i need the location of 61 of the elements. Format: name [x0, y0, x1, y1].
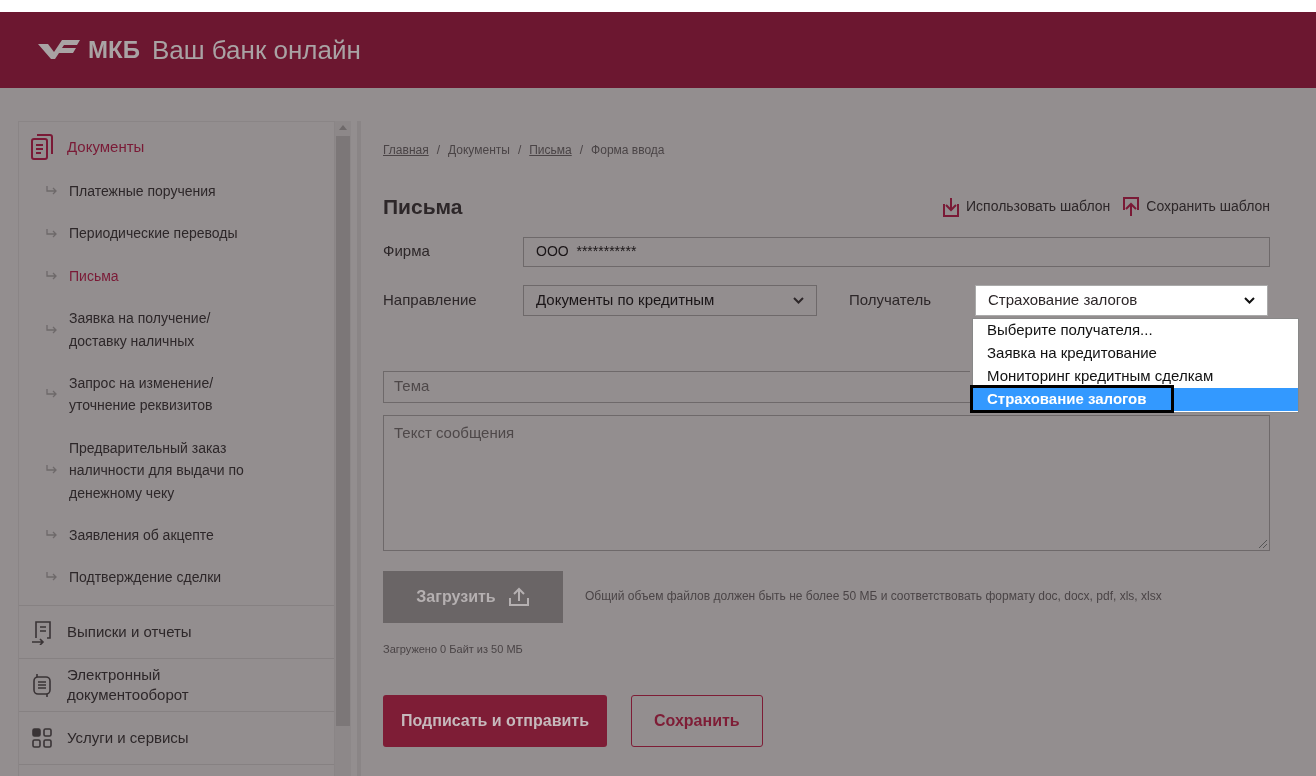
grid-icon — [31, 726, 53, 749]
sidebar-subitem[interactable]: Платежные поручения — [19, 170, 334, 213]
sidebar-item[interactable]: Документы — [19, 122, 334, 170]
document-arrow-icon — [31, 618, 53, 645]
sub-arrow-icon — [45, 530, 57, 541]
app-title: Ваш банк онлайн — [151, 33, 361, 67]
breadcrumb-separator: / — [579, 142, 584, 159]
recipient-select[interactable]: Страхование залогов — [975, 284, 1268, 316]
resize-handle-icon[interactable] — [1259, 539, 1267, 548]
sub-arrow-icon — [45, 324, 57, 335]
sidebar-subitem[interactable]: Подтверждение сделки — [19, 556, 334, 599]
breadcrumb-link[interactable]: Письма — [529, 141, 572, 159]
page-title: Письма — [383, 194, 463, 220]
field-label: Получатель — [849, 289, 932, 310]
upload-icon — [507, 586, 530, 607]
sidebar-subitem[interactable]: Запрос на изменение/ уточнение реквизитов — [19, 361, 334, 427]
sub-arrow-icon — [45, 465, 57, 476]
sidebar-item[interactable]: Услуги и сервисы — [19, 711, 334, 764]
sidebar-subitem[interactable]: Заявка на получение/ доставку наличных — [19, 297, 334, 362]
document-sync-icon — [31, 671, 53, 698]
upload-status: Загружено 0 Байт из 50 МБ — [383, 641, 524, 657]
subject-field[interactable]: Тема — [383, 370, 970, 403]
sub-arrow-icon — [45, 228, 57, 239]
upload-hint: Общий объем файлов должен быть не более 50 МБ и соответствовать формату doc, docx, pdf, xls, xlsx — [585, 588, 1163, 605]
sidebar-subitem[interactable]: Периодические переводы — [19, 212, 334, 255]
sidebar-item[interactable]: Выписки и отчеты — [19, 605, 334, 658]
breadcrumb-text: Форма ввода — [591, 142, 665, 159]
chevron-down-icon — [1244, 296, 1255, 304]
breadcrumb-text: Документы — [448, 142, 510, 159]
field-label: Направление — [383, 289, 478, 310]
message-field[interactable]: Текст сообщения — [383, 414, 1270, 551]
sub-arrow-icon — [45, 389, 57, 400]
field-label: Фирма — [383, 241, 431, 262]
save-button[interactable]: Сохранить — [631, 695, 763, 747]
download-icon — [942, 195, 961, 218]
breadcrumb-separator: / — [436, 142, 441, 159]
template-link[interactable]: Сохранить шаблон — [1122, 195, 1270, 218]
dropdown-option[interactable]: Выберите получателя... — [973, 318, 1298, 342]
dropdown-option[interactable]: Страхование залогов — [973, 387, 1298, 411]
sub-arrow-icon — [45, 572, 57, 583]
direction-select[interactable]: Документы по кредитным — [523, 284, 817, 316]
upload-icon — [1122, 195, 1141, 218]
sidebar-subitem[interactable]: Заявления об акцепте — [19, 513, 334, 557]
documents-icon — [31, 134, 53, 160]
sign-send-button[interactable]: Подписать и отправить — [383, 695, 607, 747]
scroll-up-icon — [339, 125, 347, 130]
sidebar-subitem[interactable]: Письма — [19, 254, 334, 298]
sidebar-item[interactable]: Электронный документооборот — [19, 658, 334, 711]
dropdown-option[interactable]: Заявка на кредитование — [973, 341, 1298, 365]
chevron-down-icon — [793, 296, 804, 304]
logo-text: МКБ — [88, 35, 140, 65]
sub-arrow-icon — [45, 270, 57, 281]
firm-field[interactable]: ООО *********** — [523, 236, 1270, 267]
breadcrumb-link[interactable]: Главная — [383, 141, 429, 159]
breadcrumb-separator: / — [517, 142, 522, 159]
upload-button[interactable]: Загрузить — [383, 570, 563, 623]
dropdown-option[interactable]: Мониторинг кредитным сделкам — [973, 364, 1298, 388]
sidebar-subitem[interactable]: Предварительный заказ наличности для выдачи по денежному чеку — [19, 426, 334, 514]
logo-icon — [38, 40, 80, 60]
sub-arrow-icon — [45, 186, 57, 197]
template-link[interactable]: Использовать шаблон — [942, 195, 1111, 218]
